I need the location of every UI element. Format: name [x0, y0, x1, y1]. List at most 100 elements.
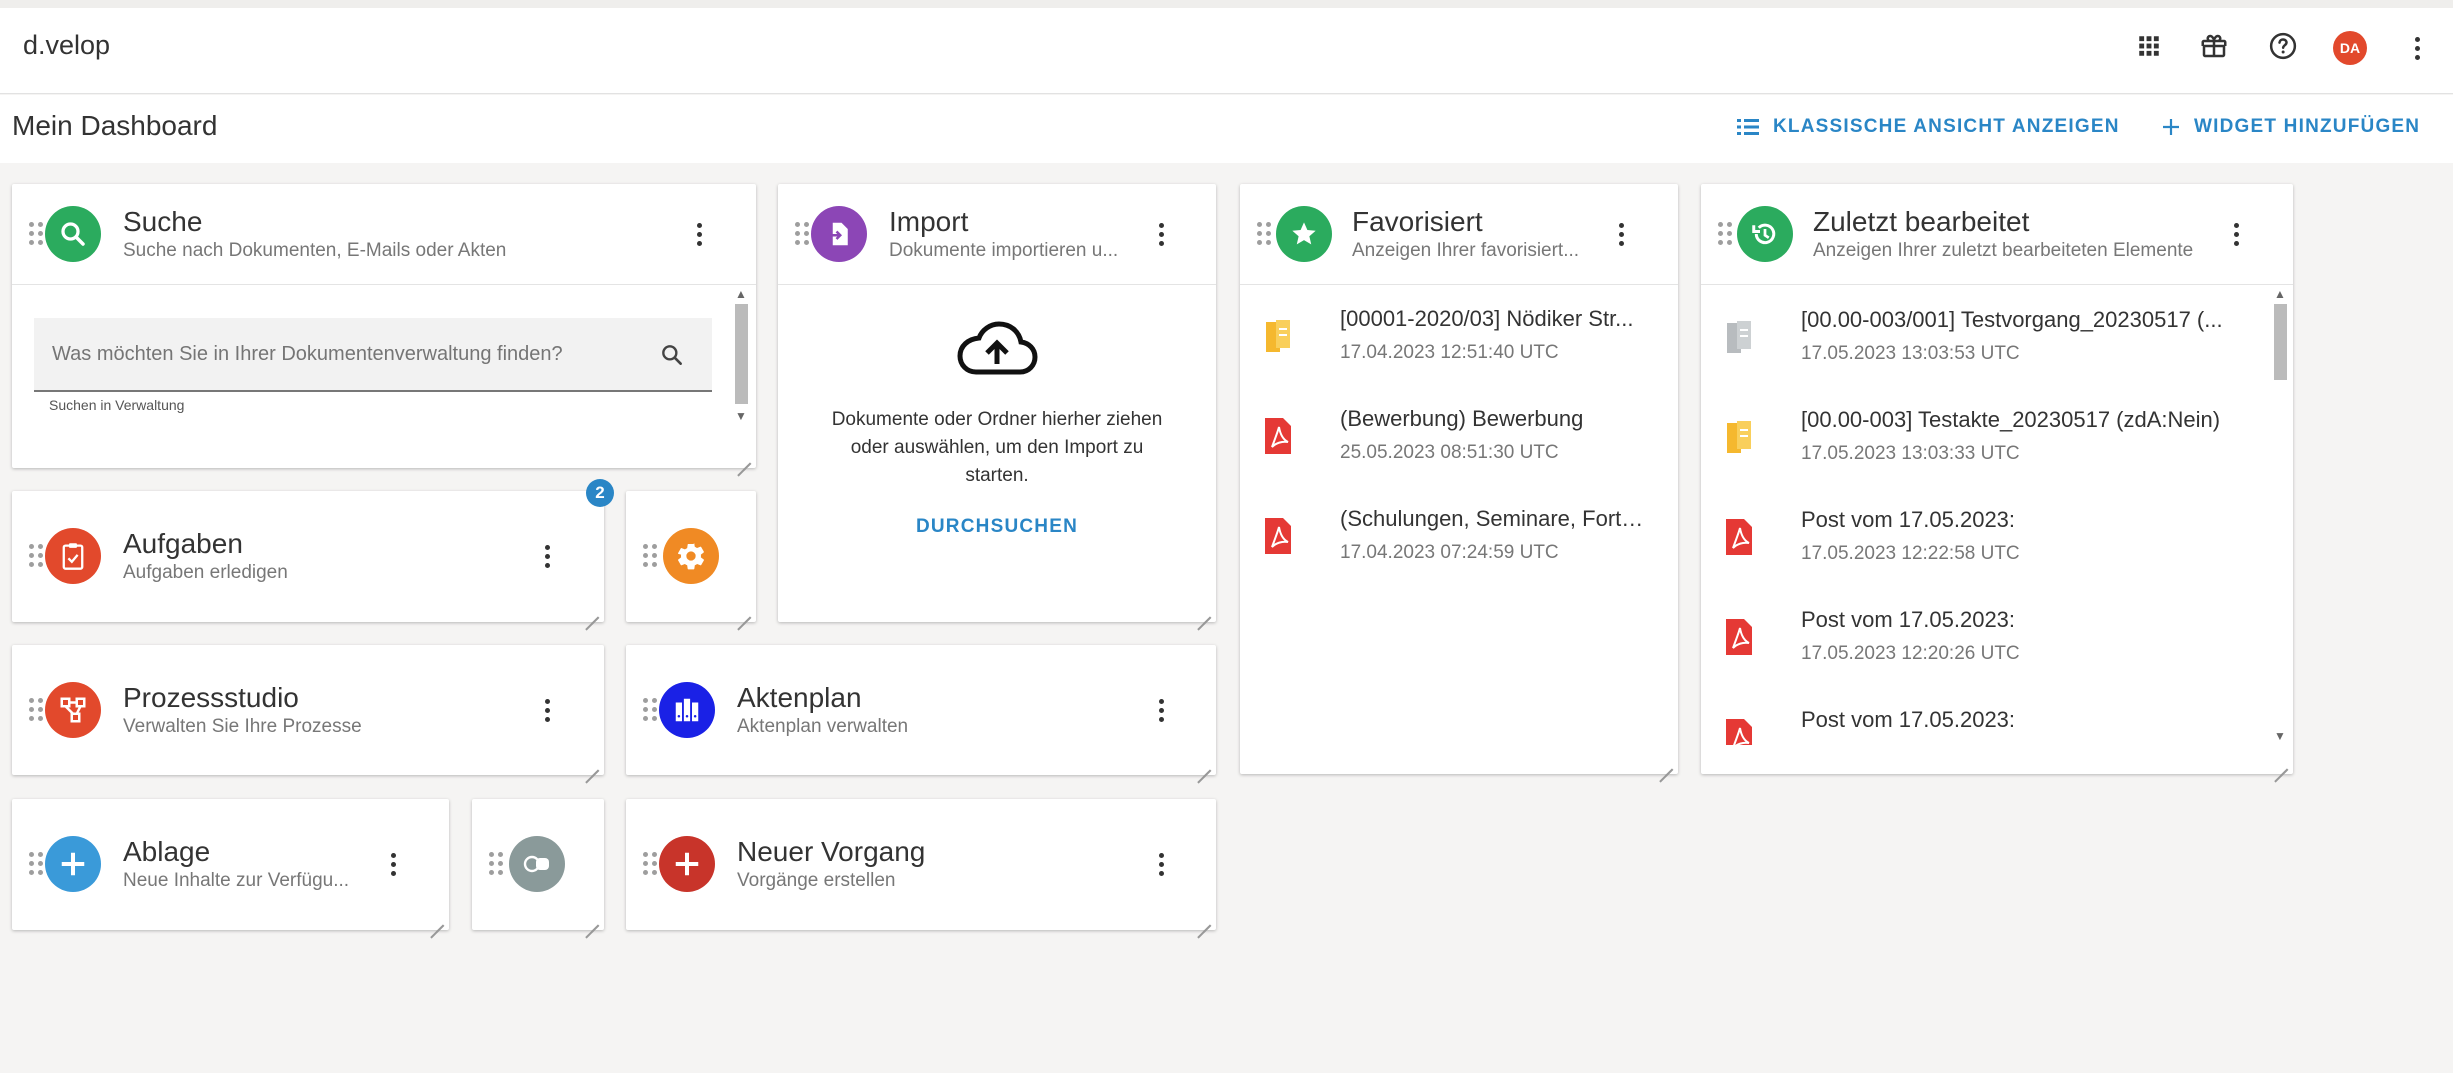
drag-handle-icon[interactable] — [1718, 222, 1732, 246]
list-item[interactable]: (Schulungen, Seminare, Fortb... 17.04.20… — [1240, 484, 1678, 584]
widget-subtitle: Neue Inhalte zur Verfügu... — [123, 870, 350, 891]
drag-handle-icon[interactable] — [489, 852, 503, 876]
widget-subtitle: Verwalten Sie Ihre Prozesse — [123, 716, 362, 737]
drag-handle-icon[interactable] — [29, 852, 43, 876]
widget-menu-icon[interactable] — [532, 536, 562, 576]
pdf-icon — [1726, 619, 1752, 655]
page-title: Mein Dashboard — [12, 110, 218, 141]
folder-icon — [1727, 421, 1751, 453]
list-item[interactable]: Post vom 17.05.2023: 17.05.2023 12:20:26… — [1701, 585, 2267, 685]
list-item[interactable]: Post vom 17.05.2023: 17.05.2023 12:22:58… — [1701, 485, 2267, 585]
drag-handle-icon[interactable] — [643, 698, 657, 722]
item-date: 17.05.2023 12:22:58 UTC — [1801, 543, 2020, 564]
more-vert-icon[interactable] — [2402, 28, 2432, 68]
resize-handle-icon[interactable] — [737, 603, 751, 617]
widget-subtitle: Aufgaben erledigen — [123, 562, 288, 583]
resize-handle-icon[interactable] — [585, 603, 599, 617]
list-item[interactable]: (Bewerbung) Bewerbung 25.05.2023 08:51:3… — [1240, 384, 1678, 484]
list-item[interactable]: [00.00-003/001] Testvorgang_20230517 (..… — [1701, 285, 2267, 385]
apps-grid-icon[interactable] — [2131, 28, 2167, 64]
scroll-down-icon[interactable]: ▼ — [2274, 730, 2286, 742]
resize-handle-icon[interactable] — [585, 756, 599, 770]
widget-menu-icon[interactable] — [378, 844, 408, 884]
scroll-down-icon[interactable]: ▼ — [735, 410, 747, 422]
link-icon[interactable] — [509, 836, 565, 892]
drop-text-line: oder auswählen, um den Import zu — [850, 437, 1144, 458]
divider — [12, 284, 756, 285]
widget-menu-icon[interactable] — [2221, 214, 2251, 254]
scroll-thumb[interactable] — [2274, 304, 2287, 380]
widget-menu-icon[interactable] — [1146, 214, 1176, 254]
new-case-widget: Neuer Vorgang Vorgänge erstellen — [626, 799, 1216, 930]
classic-view-button[interactable]: KLASSISCHE ANSICHT ANZEIGEN — [1737, 116, 2120, 138]
top-bar — [0, 8, 2453, 94]
folder-icon — [1266, 320, 1290, 352]
search-submit-icon[interactable] — [659, 342, 685, 368]
import-widget: Import Dokumente importieren u... Dokume… — [778, 184, 1216, 622]
resize-handle-icon[interactable] — [2274, 755, 2288, 769]
widget-menu-icon[interactable] — [684, 214, 714, 254]
item-date: 17.04.2023 12:51:40 UTC — [1340, 342, 1559, 363]
widget-menu-icon[interactable] — [1606, 214, 1636, 254]
drag-handle-icon[interactable] — [1257, 222, 1271, 246]
drag-handle-icon[interactable] — [29, 544, 43, 568]
list-item[interactable]: [00.00-003] Testakte_20230517 (zdA:Nein)… — [1701, 385, 2267, 485]
widget-subtitle: Vorgänge erstellen — [737, 870, 896, 891]
item-title: Post vom 17.05.2023: — [1801, 607, 2016, 632]
item-title: [00001-2020/03] Nödiker Str... — [1340, 306, 1634, 331]
scrollbar[interactable]: ▲ ▼ — [732, 286, 750, 426]
drop-text-line: Dokumente oder Ordner hierher ziehen — [831, 409, 1163, 430]
search-input[interactable] — [50, 338, 654, 370]
widget-subtitle: Suche nach Dokumenten, E-Mails oder Akte… — [123, 240, 507, 261]
item-date: 17.04.2023 07:24:59 UTC — [1340, 542, 1559, 563]
import-drop-zone[interactable]: Dokumente oder Ordner hierher ziehen ode… — [778, 284, 1216, 622]
scroll-thumb[interactable] — [735, 304, 748, 404]
resize-handle-icon[interactable] — [585, 911, 599, 925]
widget-menu-icon[interactable] — [532, 690, 562, 730]
search-hint: Suchen in Verwaltung — [49, 397, 185, 413]
process-icon — [45, 682, 101, 738]
search-icon — [45, 206, 101, 262]
brand-logo[interactable]: d.velop — [23, 30, 110, 61]
help-icon[interactable] — [2265, 28, 2301, 64]
item-title: Post vom 17.05.2023: — [1801, 707, 2016, 732]
recent-list: [00.00-003/001] Testvorgang_20230517 (..… — [1701, 285, 2267, 745]
resize-handle-icon[interactable] — [430, 911, 444, 925]
widget-title: Prozessstudio — [123, 682, 299, 713]
drag-handle-icon[interactable] — [643, 544, 657, 568]
resize-handle-icon[interactable] — [1197, 756, 1211, 770]
plus-icon — [45, 836, 101, 892]
user-avatar[interactable]: DA — [2333, 31, 2367, 65]
pdf-icon — [1265, 518, 1291, 554]
gear-icon[interactable] — [663, 528, 719, 584]
drag-handle-icon[interactable] — [29, 222, 43, 246]
classic-view-label: KLASSISCHE ANSICHT ANZEIGEN — [1773, 116, 2120, 137]
search-field[interactable] — [34, 318, 712, 392]
resize-handle-icon[interactable] — [1197, 911, 1211, 925]
widget-menu-icon[interactable] — [1146, 690, 1176, 730]
browse-button[interactable]: DURCHSUCHEN — [778, 516, 1216, 538]
scroll-up-icon[interactable]: ▲ — [2274, 288, 2286, 300]
item-title: (Schulungen, Seminare, Fortb... — [1340, 506, 1650, 531]
resize-handle-icon[interactable] — [1197, 603, 1211, 617]
task-count-badge: 2 — [586, 479, 614, 507]
cloud-upload-icon — [957, 321, 1038, 375]
widget-header: Import Dokumente importieren u... — [778, 184, 1216, 284]
resize-handle-icon[interactable] — [737, 449, 751, 463]
widget-title: Neuer Vorgang — [737, 836, 926, 867]
scroll-up-icon[interactable]: ▲ — [735, 288, 747, 300]
widget-title: Favorisiert — [1352, 206, 1483, 237]
item-title: [00.00-003/001] Testvorgang_20230517 (..… — [1801, 307, 2223, 332]
gift-icon[interactable] — [2196, 28, 2232, 64]
add-widget-button[interactable]: WIDGET HINZUFÜGEN — [2162, 116, 2420, 138]
list-item[interactable]: Post vom 17.05.2023: — [1701, 685, 2267, 745]
drag-handle-icon[interactable] — [29, 698, 43, 722]
list-item[interactable]: [00001-2020/03] Nödiker Str... 17.04.202… — [1240, 284, 1678, 384]
widget-menu-icon[interactable] — [1146, 844, 1176, 884]
resize-handle-icon[interactable] — [1659, 755, 1673, 769]
widget-subtitle: Anzeigen Ihrer favorisiert... — [1352, 240, 1580, 261]
binders-icon — [659, 682, 715, 738]
scrollbar[interactable]: ▲ ▼ — [2271, 286, 2289, 746]
drag-handle-icon[interactable] — [643, 852, 657, 876]
drag-handle-icon[interactable] — [795, 222, 809, 246]
